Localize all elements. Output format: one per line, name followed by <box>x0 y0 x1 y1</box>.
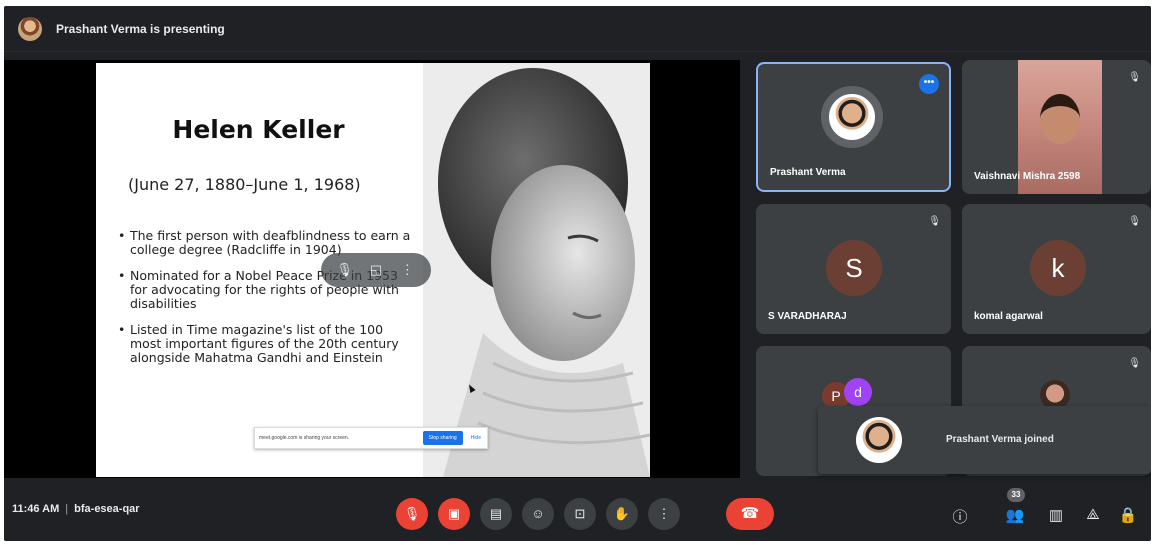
stop-sharing-button[interactable]: Stop sharing <box>422 431 463 445</box>
participant-avatar: d <box>844 378 872 406</box>
chat-icon[interactable]: ▥ <box>1046 506 1066 524</box>
hide-banner-button[interactable]: Hide <box>469 431 483 445</box>
slide: Helen Keller (June 27, 1880–June 1, 1968… <box>96 63 650 477</box>
participant-name: Vaishnavi Mishra 2598 <box>974 171 1081 182</box>
participant-name: Prashant Verma <box>770 167 846 178</box>
pin-icon[interactable]: ◱ <box>365 262 387 278</box>
mic-off-icon[interactable]: 🎙 <box>396 498 428 530</box>
tile-hover-controls: 🎙 ◱ ⋮ <box>321 253 431 287</box>
meeting-code[interactable]: bfa-esea-qar <box>74 503 139 515</box>
captions-icon[interactable]: ▤ <box>480 498 512 530</box>
participant-avatar: S <box>826 240 882 296</box>
participant-name: komal agarwal <box>974 311 1043 322</box>
participant-tile[interactable]: k 🎙 komal agarwal <box>962 204 1151 334</box>
meeting-time: 11:46 AM <box>12 503 60 515</box>
participant-name: S VARADHARAJ <box>768 311 847 322</box>
sharing-banner: meet.google.com is sharing your screen. … <box>254 427 488 449</box>
slide-bullet: Listed in Time magazine's list of the 10… <box>116 323 416 365</box>
info-icon[interactable]: ⓘ <box>950 506 970 527</box>
mic-off-icon: 🎙 <box>1128 358 1141 369</box>
more-vertical-icon[interactable]: ⋮ <box>648 498 680 530</box>
slide-bullets: The first person with deafblindness to e… <box>116 229 416 377</box>
slide-title: Helen Keller <box>172 115 345 144</box>
present-screen-icon[interactable]: ⊡ <box>564 498 596 530</box>
camera-off-icon[interactable]: ▣ <box>438 498 470 530</box>
meet-window: Prashant Verma is presenting Helen Kelle… <box>4 6 1151 541</box>
meeting-controls-bar: 11:46 AM | bfa-esea-qar 🎙 ▣ ▤ ☺ ⊡ ✋ ⋮ ☎ ⓘ … <box>4 484 1151 541</box>
sharing-message: meet.google.com is sharing your screen. <box>259 435 350 441</box>
more-options-icon[interactable]: ••• <box>919 74 939 94</box>
join-notification: Prashant Verma joined <box>818 406 1151 474</box>
participant-tile[interactable]: ••• Prashant Verma <box>756 62 951 192</box>
participant-face <box>1040 94 1080 144</box>
presenting-label: Prashant Verma is presenting <box>56 21 225 36</box>
participant-count-badge: 33 <box>1007 488 1025 502</box>
presenter-avatar <box>18 16 42 41</box>
participant-tile[interactable]: 🎙 Vaishnavi Mishra 2598 <box>962 60 1151 194</box>
mic-off-icon: 🎙 <box>1128 72 1141 83</box>
emoji-icon[interactable]: ☺ <box>522 498 554 530</box>
mic-off-icon: 🎙 <box>928 216 941 227</box>
meeting-info-separator: | <box>65 503 69 515</box>
meeting-info: 11:46 AM | bfa-esea-qar <box>12 503 140 515</box>
participant-avatar: k <box>1030 240 1086 296</box>
participant-tile[interactable]: S 🎙 S VARADHARAJ <box>756 204 951 334</box>
presentation-stage[interactable]: Helen Keller (June 27, 1880–June 1, 1968… <box>4 60 740 478</box>
joined-avatar <box>856 417 902 463</box>
join-notification-text: Prashant Verma joined <box>946 434 1054 445</box>
slide-dates: (June 27, 1880–June 1, 1968) <box>128 175 361 194</box>
activities-icon[interactable]: ⟁ <box>1083 506 1103 523</box>
host-controls-icon[interactable]: 🔒 <box>1118 506 1138 524</box>
raise-hand-icon[interactable]: ✋ <box>606 498 638 530</box>
presenting-bar: Prashant Verma is presenting <box>4 6 1151 52</box>
mic-off-icon: 🎙 <box>1128 216 1141 227</box>
participant-avatar <box>821 86 883 148</box>
more-vertical-icon[interactable]: ⋮ <box>396 262 418 278</box>
mic-off-icon[interactable]: 🎙 <box>334 262 356 278</box>
people-icon[interactable]: 👥 <box>1005 506 1025 524</box>
helen-keller-portrait <box>423 63 650 477</box>
end-call-icon[interactable]: ☎ <box>726 498 774 530</box>
